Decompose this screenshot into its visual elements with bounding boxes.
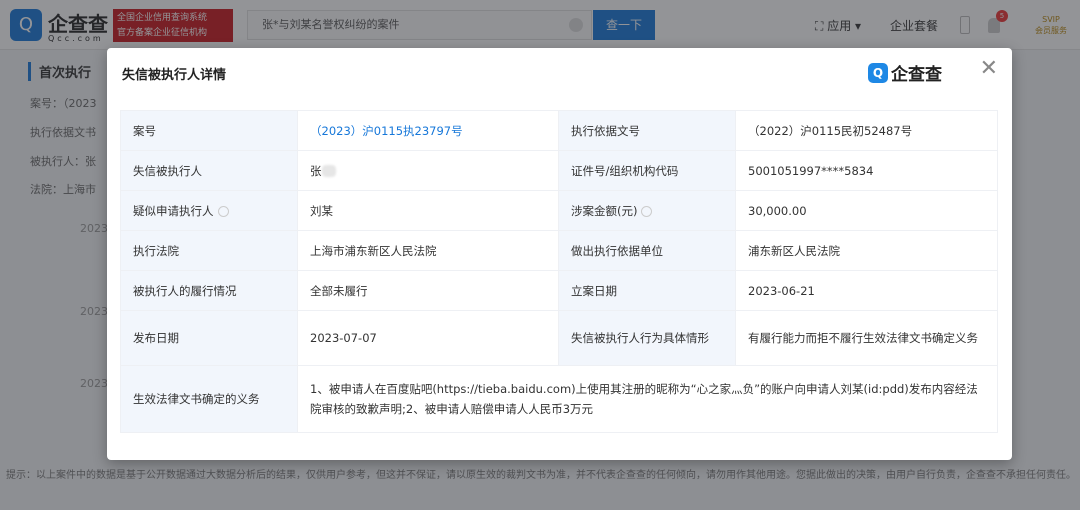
table-row: 失信被执行人 张 证件号/组织机构代码 5001051997****5834 [120,150,998,191]
label-court: 执行法院 [120,230,298,271]
info-icon[interactable] [217,205,229,217]
table-row: 案号 （2023）沪0115执23797号 执行依据文号 （2022）沪0115… [120,110,998,151]
dishonest-debtor-detail-modal: 失信被执行人详情 Q 企查查 ✕ 案号 （2023）沪0115执23797号 执行… [107,48,1012,460]
debtor-value: 张 [297,150,559,191]
label-case-no: 案号 [120,110,298,151]
table-row: 发布日期 2023-07-07 失信被执行人行为具体情形 有履行能力而拒不履行生… [120,310,998,366]
label-behavior: 失信被执行人行为具体情形 [558,310,736,366]
label-duty: 生效法律文书确定的义务 [120,365,298,433]
modal-brand-text: 企查查 [891,65,942,85]
modal-title: 失信被执行人详情 [122,68,227,83]
info-icon[interactable] [641,205,653,217]
label-basis-doc: 执行依据文号 [558,110,736,151]
close-icon[interactable]: ✕ [980,56,998,81]
label-applicant: 疑似申请执行人 [120,190,298,231]
table-row: 疑似申请执行人 刘某 涉案金额(元) 30,000.00 [120,190,998,231]
publish-date-value: 2023-07-07 [297,310,559,366]
case-no-link[interactable]: （2023）沪0115执23797号 [297,110,559,151]
id-code-value: 5001051997****5834 [735,150,998,191]
label-publish-date: 发布日期 [120,310,298,366]
amount-label-text: 涉案金额(元) [571,203,638,218]
redacted-mask [321,165,336,177]
performance-value: 全部未履行 [297,270,559,311]
table-row: 生效法律文书确定的义务 1、被申请人在百度贴吧(https://tieba.ba… [120,365,998,433]
label-filing-date: 立案日期 [558,270,736,311]
filing-date-value: 2023-06-21 [735,270,998,311]
behavior-value: 有履行能力而拒不履行生效法律文书确定义务 [735,310,998,366]
basis-doc-value: （2022）沪0115民初52487号 [735,110,998,151]
amount-value: 30,000.00 [735,190,998,231]
basis-unit-value: 浦东新区人民法院 [735,230,998,271]
modal-brand: Q 企查查 [868,60,942,85]
label-debtor: 失信被执行人 [120,150,298,191]
court-value: 上海市浦东新区人民法院 [297,230,559,271]
debtor-name: 张 [310,163,322,178]
detail-table: 案号 （2023）沪0115执23797号 执行依据文号 （2022）沪0115… [120,110,998,433]
duty-value: 1、被申请人在百度贴吧(https://tieba.baidu.com)上使用其… [297,365,998,433]
table-row: 被执行人的履行情况 全部未履行 立案日期 2023-06-21 [120,270,998,311]
label-amount: 涉案金额(元) [558,190,736,231]
qcc-logo-icon: Q [868,62,888,83]
table-row: 执行法院 上海市浦东新区人民法院 做出执行依据单位 浦东新区人民法院 [120,230,998,271]
label-basis-unit: 做出执行依据单位 [558,230,736,271]
label-id-code: 证件号/组织机构代码 [558,150,736,191]
applicant-value: 刘某 [297,190,559,231]
applicant-label-text: 疑似申请执行人 [133,203,214,218]
label-performance: 被执行人的履行情况 [120,270,298,311]
